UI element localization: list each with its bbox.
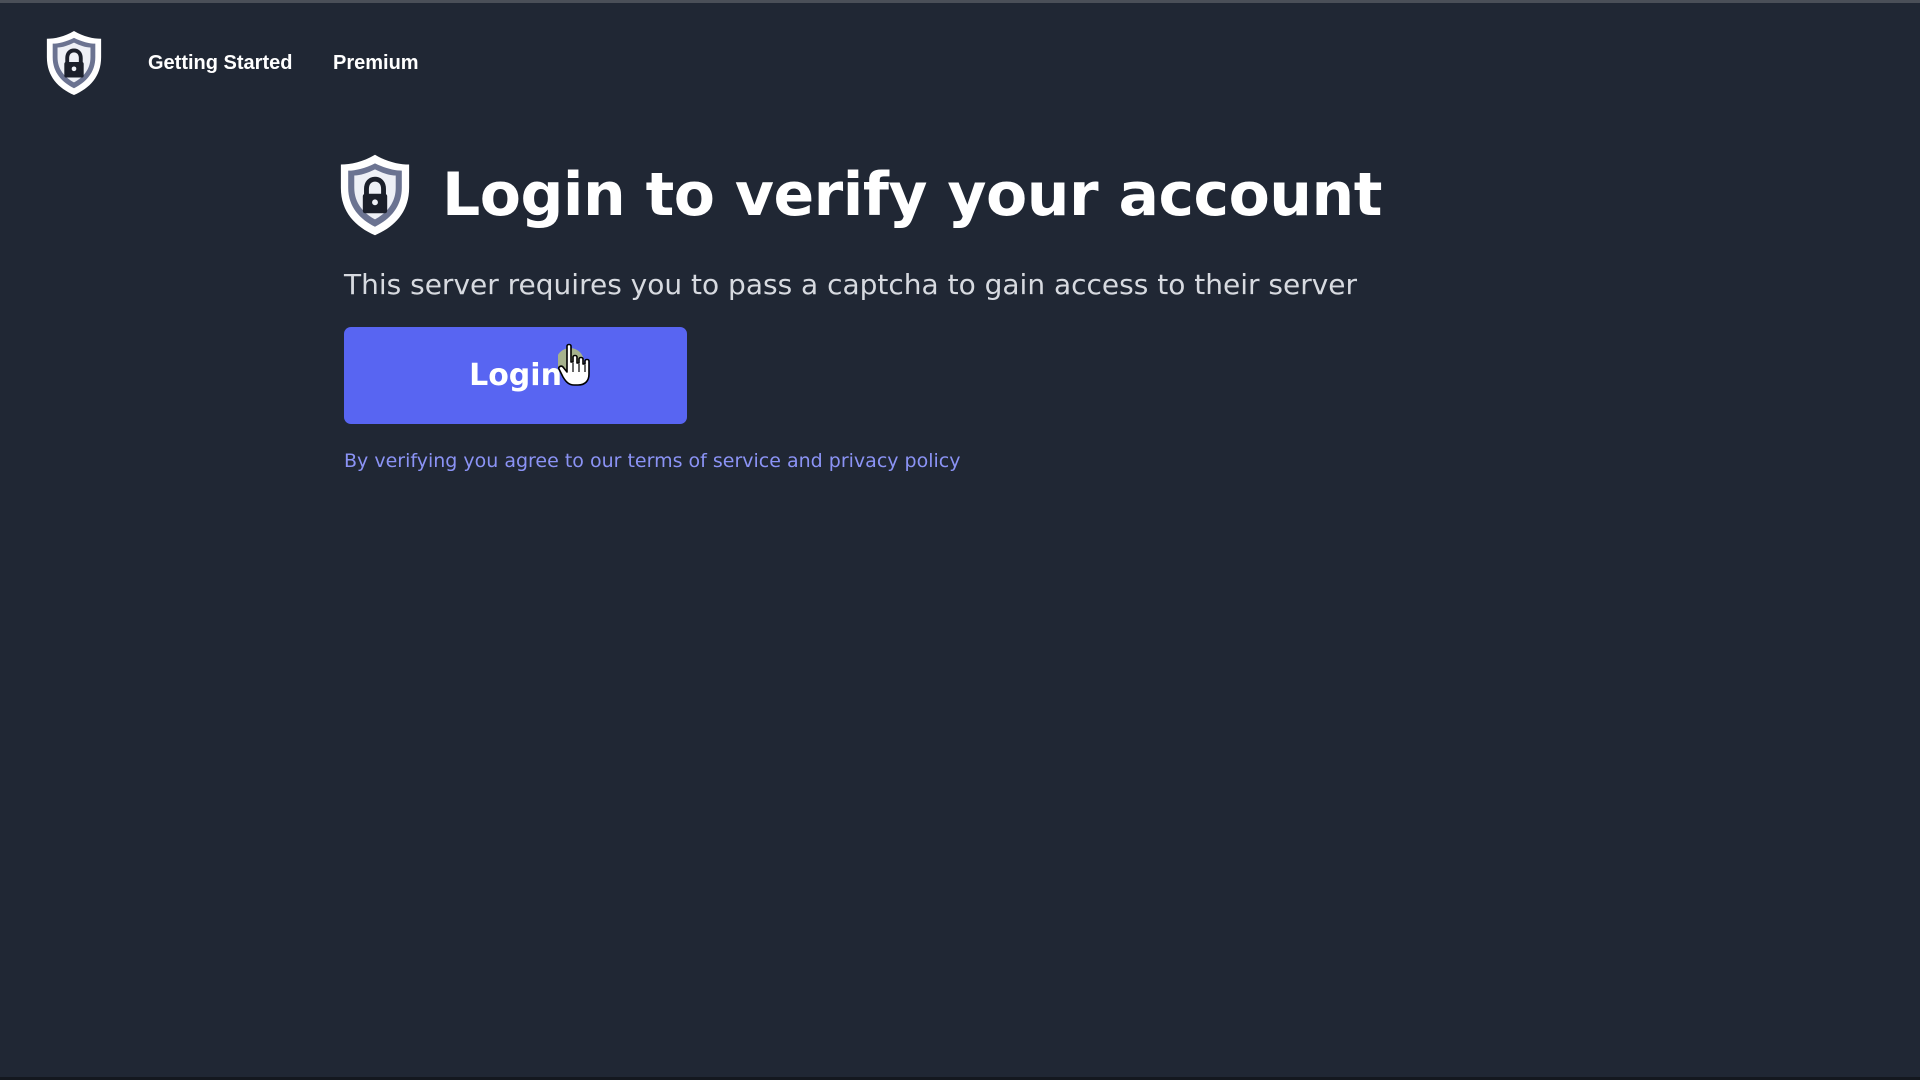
nav-link-premium[interactable]: Premium: [333, 50, 419, 76]
navbar: Getting Started Premium: [0, 0, 1920, 125]
legal-conjunction: and: [780, 450, 829, 472]
terms-of-service-link[interactable]: terms of service: [627, 450, 780, 472]
page-title: Login to verify your account: [442, 160, 1382, 230]
shield-lock-icon[interactable]: [43, 28, 105, 98]
legal-notice: By verifying you agree to our terms of s…: [344, 448, 960, 474]
legal-prefix: By verifying you agree to our: [344, 450, 628, 472]
login-button[interactable]: Login: [344, 327, 687, 424]
shield-lock-icon: [340, 154, 410, 236]
title-row: Login to verify your account: [336, 145, 1436, 245]
page-subtitle: This server requires you to pass a captc…: [344, 268, 1358, 301]
privacy-policy-link[interactable]: privacy policy: [829, 450, 961, 472]
nav-link-getting-started[interactable]: Getting Started: [148, 50, 292, 76]
